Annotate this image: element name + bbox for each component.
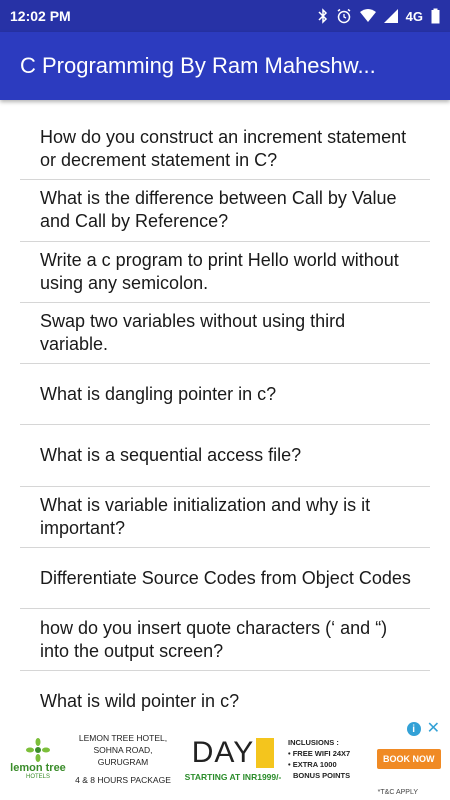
question-list: How do you construct an increment statem…: [20, 119, 430, 732]
list-item[interactable]: What is a sequential access file?: [20, 425, 430, 487]
list-item[interactable]: How do you construct an increment statem…: [20, 119, 430, 181]
list-item[interactable]: Write a c program to print Hello world w…: [20, 242, 430, 303]
ad-day-badge: [256, 738, 275, 768]
ad-day-label: DAY: [191, 736, 255, 769]
ad-day-text: DAY: [191, 736, 275, 770]
list-item[interactable]: how do you insert quote characters (‘ an…: [20, 609, 430, 671]
bluetooth-icon: [318, 8, 328, 24]
ad-day-block: DAY STARTING AT INR1999/-: [178, 736, 288, 782]
status-time: 12:02 PM: [10, 8, 71, 24]
ad-brand-sub: HOTELS: [25, 774, 50, 780]
ad-inclusion-2: • EXTRA 1000: [288, 760, 337, 769]
ad-info-icon[interactable]: i: [406, 722, 421, 736]
ad-inclusions: INCLUSIONS : • FREE WIFI 24X7 • EXTRA 10…: [288, 737, 373, 781]
ad-controls: i ✕: [406, 721, 440, 737]
alarm-icon: [336, 8, 352, 24]
signal-icon: [383, 9, 398, 23]
ad-hotel-line2: SOHNA ROAD, GURUGRAM: [93, 745, 153, 767]
list-item[interactable]: What is dangling pointer in c?: [20, 364, 430, 426]
ad-tnc: *T&C APPLY: [377, 789, 418, 796]
ad-brand-logo: lemon tree HOTELS: [8, 738, 68, 780]
list-item[interactable]: Swap two variables without using third v…: [20, 303, 430, 365]
ad-banner[interactable]: lemon tree HOTELS LEMON TREE HOTEL, SOHN…: [0, 718, 450, 800]
ad-inclusion-1: • FREE WIFI 24X7: [288, 749, 351, 758]
book-now-button[interactable]: BOOK NOW: [377, 749, 441, 769]
list-item[interactable]: Differentiate Source Codes from Object C…: [20, 548, 430, 610]
ad-hotel-line3: 4 & 8 HOURS PACKAGE: [75, 775, 171, 785]
ad-inclusions-title: INCLUSIONS :: [288, 738, 339, 747]
ad-hotel-line1: LEMON TREE HOTEL,: [78, 733, 168, 743]
list-item[interactable]: What is variable initialization and why …: [20, 487, 430, 549]
status-bar: 12:02 PM 4G: [0, 0, 450, 32]
ad-hotel-info: LEMON TREE HOTEL, SOHNA ROAD, GURUGRAM 4…: [68, 732, 178, 786]
leaf-icon: [26, 738, 50, 762]
app-bar: C Programming By Ram Maheshw...: [0, 32, 450, 100]
ad-brand-name: lemon tree: [10, 762, 66, 774]
ad-close-icon[interactable]: ✕: [427, 721, 440, 737]
app-title: C Programming By Ram Maheshw...: [20, 53, 376, 78]
ad-inclusion-3: BONUS POINTS: [293, 771, 351, 780]
list-item[interactable]: What is the difference between Call by V…: [20, 180, 430, 242]
network-label: 4G: [405, 8, 423, 24]
ad-starting-price: STARTING AT INR1999/-: [184, 772, 282, 782]
wifi-icon: [359, 9, 376, 23]
status-icons: 4G: [318, 8, 440, 24]
battery-icon: [431, 8, 440, 24]
